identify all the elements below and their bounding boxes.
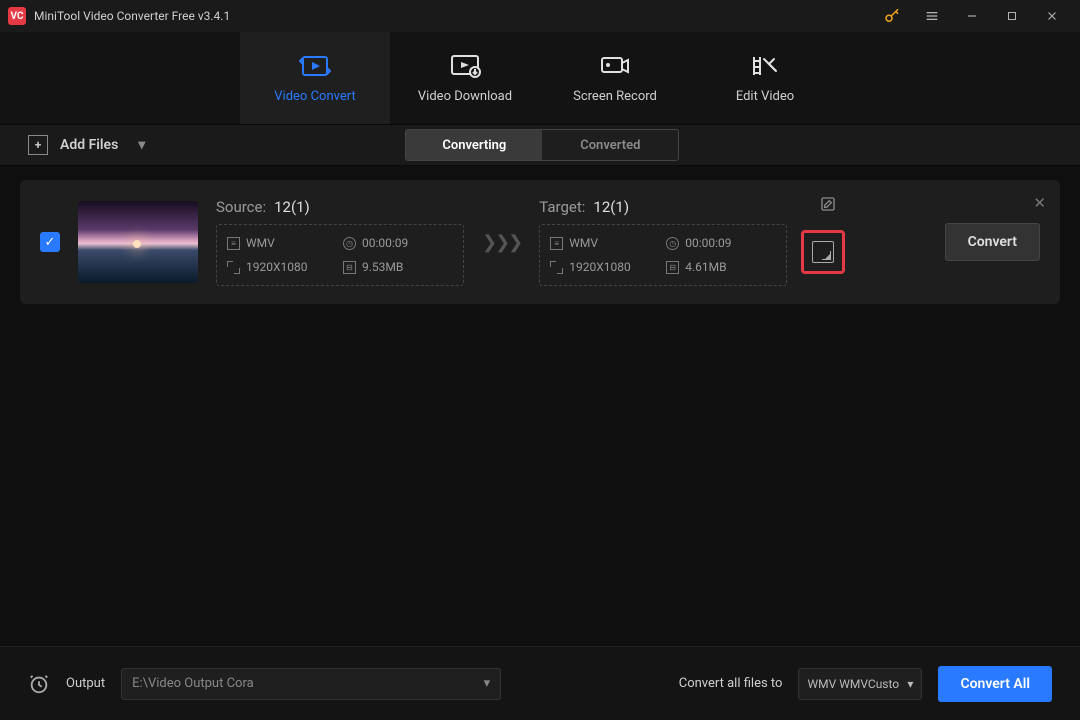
target-filename: 12(1): [593, 198, 629, 216]
chevron-down-icon: ▾: [484, 676, 491, 691]
titlebar: VC MiniTool Video Converter Free v3.4.1: [0, 0, 1080, 32]
source-resolution: 1920X1080: [246, 260, 307, 274]
arrow-separator-icon: ❯❯❯: [482, 232, 521, 253]
output-path-value: E:\Video Output Cora: [132, 676, 254, 691]
seg-converting[interactable]: Converting: [406, 130, 542, 160]
format-icon: ≡: [550, 237, 563, 250]
target-block: Target: 12(1) ≡ WMV ◷ 00:00:09 1920X1080 ⊟…: [539, 198, 787, 286]
chevron-down-icon: ▾: [138, 137, 145, 153]
video-thumbnail[interactable]: [78, 201, 198, 283]
source-block: Source: 12(1) ≡ WMV ◷ 00:00:09 1920X1080 ⊟…: [216, 198, 464, 286]
seg-converted[interactable]: Converted: [542, 130, 678, 160]
footer-bar: Output E:\Video Output Cora ▾ Convert al…: [0, 646, 1080, 720]
source-format: WMV: [246, 236, 275, 250]
output-path-select[interactable]: E:\Video Output Cora ▾: [121, 668, 501, 700]
target-format: WMV: [569, 236, 598, 250]
download-icon: [448, 53, 482, 79]
convert-icon: [298, 53, 332, 79]
add-files-button[interactable]: + Add Files ▾: [28, 135, 145, 155]
size-icon: ⊟: [666, 261, 679, 274]
source-size: 9.53MB: [362, 260, 403, 274]
compress-settings-button[interactable]: [801, 230, 845, 274]
app-logo-icon: VC: [8, 7, 26, 25]
resolution-icon: [550, 261, 563, 274]
status-segment: Converting Converted: [405, 129, 679, 161]
source-filename: 12(1): [274, 198, 310, 216]
edit-target-icon[interactable]: [820, 196, 836, 212]
remove-item-button[interactable]: ✕: [1033, 194, 1046, 212]
window-title: MiniTool Video Converter Free v3.4.1: [34, 9, 230, 23]
file-list: ✓ Source: 12(1) ≡ WMV ◷ 00:00:09 1920X1080…: [0, 166, 1080, 646]
source-label: Source:: [216, 198, 266, 216]
format-icon: ≡: [227, 237, 240, 250]
toolbar: + Add Files ▾ Converting Converted: [0, 124, 1080, 166]
target-specs: ≡ WMV ◷ 00:00:09 1920X1080 ⊟ 4.61MB: [539, 224, 787, 286]
tab-label: Video Convert: [274, 89, 355, 104]
list-item: ✓ Source: 12(1) ≡ WMV ◷ 00:00:09 1920X1080…: [20, 180, 1060, 304]
target-resolution: 1920X1080: [569, 260, 630, 274]
chevron-down-icon: ▾: [907, 677, 913, 691]
tab-edit-video[interactable]: Edit Video: [690, 32, 840, 124]
target-size: 4.61MB: [685, 260, 726, 274]
tab-screen-record[interactable]: Screen Record: [540, 32, 690, 124]
edit-video-icon: [748, 53, 782, 79]
clock-icon: ◷: [666, 237, 679, 250]
tab-video-convert[interactable]: Video Convert: [240, 32, 390, 124]
minimize-button[interactable]: [952, 0, 992, 32]
convert-all-to-label: Convert all files to: [679, 676, 783, 691]
target-label: Target:: [539, 198, 585, 216]
add-plus-icon: +: [28, 135, 48, 155]
maximize-button[interactable]: [992, 0, 1032, 32]
convert-button[interactable]: Convert: [945, 223, 1040, 261]
convert-all-button[interactable]: Convert All: [938, 666, 1052, 702]
output-label: Output: [66, 676, 105, 691]
record-icon: [598, 53, 632, 79]
main-nav: Video Convert Video Download Screen Reco…: [0, 32, 1080, 124]
format-select-value: WMV WMVCustom: [807, 677, 899, 691]
upgrade-key-icon[interactable]: [872, 0, 912, 32]
target-format-select[interactable]: WMV WMVCustom ▾: [798, 668, 922, 700]
source-duration: 00:00:09: [362, 236, 408, 250]
menu-icon[interactable]: [912, 0, 952, 32]
clock-icon: ◷: [343, 237, 356, 250]
target-duration: 00:00:09: [685, 236, 731, 250]
add-files-label: Add Files: [60, 137, 118, 153]
resolution-icon: [227, 261, 240, 274]
schedule-icon[interactable]: [28, 673, 50, 695]
tab-label: Screen Record: [573, 89, 657, 104]
tab-label: Video Download: [418, 89, 512, 104]
close-button[interactable]: [1032, 0, 1072, 32]
size-icon: ⊟: [343, 261, 356, 274]
tab-label: Edit Video: [736, 89, 794, 104]
source-specs: ≡ WMV ◷ 00:00:09 1920X1080 ⊟ 9.53MB: [216, 224, 464, 286]
tab-video-download[interactable]: Video Download: [390, 32, 540, 124]
item-checkbox[interactable]: ✓: [40, 232, 60, 252]
